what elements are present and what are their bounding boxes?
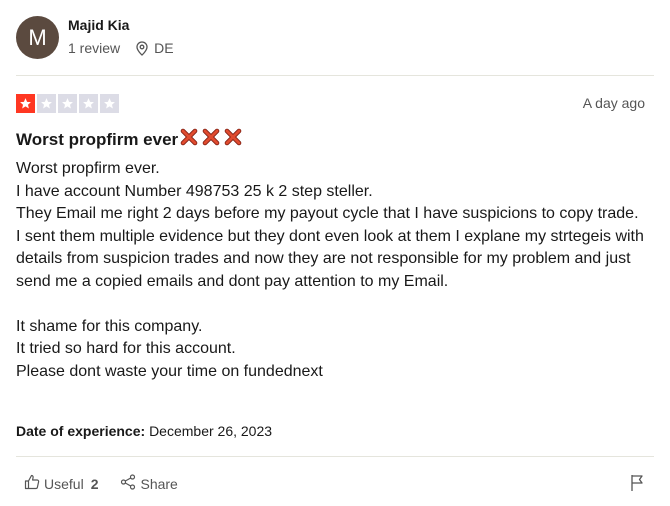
useful-label: Useful xyxy=(44,475,84,492)
title-emoji-group xyxy=(180,128,242,151)
divider xyxy=(16,75,654,76)
review-body-line: It tried so hard for this account. xyxy=(16,340,236,357)
star-icon xyxy=(100,94,119,113)
share-label: Share xyxy=(140,475,178,492)
share-button[interactable]: Share xyxy=(120,474,178,493)
avatar[interactable]: M xyxy=(16,16,59,59)
review-count: 1 review xyxy=(68,40,121,56)
experience-label: Date of experience: xyxy=(16,423,146,439)
cross-mark-icon xyxy=(202,128,220,151)
review-body-line: I sent them multiple evidence but they d… xyxy=(16,227,644,290)
review-title[interactable]: Worst propfirm ever xyxy=(16,128,242,151)
review-body-line xyxy=(16,293,656,316)
review-body-line: Worst propfirm ever. xyxy=(16,160,160,177)
experience-date: December 26, 2023 xyxy=(149,423,273,439)
review-title-text: Worst propfirm ever xyxy=(16,129,179,149)
reviewer-name[interactable]: Majid Kia xyxy=(68,17,129,33)
star-icon xyxy=(58,94,77,113)
star-rating xyxy=(16,94,119,113)
review-body: Worst propfirm ever. I have account Numbe… xyxy=(16,158,656,383)
thumbs-up-icon xyxy=(24,474,40,493)
useful-button[interactable]: Useful 2 xyxy=(24,474,98,493)
review-body-line: Please dont waste your time on fundednex… xyxy=(16,362,323,380)
useful-count: 2 xyxy=(90,475,99,492)
cross-mark-icon xyxy=(180,128,198,151)
cross-mark-icon xyxy=(224,128,242,151)
star-icon xyxy=(79,94,98,113)
reviewer-country: DE xyxy=(154,40,174,56)
review-body-line: They Email me right 2 days before my pay… xyxy=(16,205,639,222)
date-of-experience: Date of experience: December 26, 2023 xyxy=(16,423,272,439)
review-body-line: It shame for this company. xyxy=(16,317,203,335)
reviewer-meta: 1 review DE xyxy=(68,40,174,56)
divider xyxy=(16,456,654,457)
review-date: A day ago xyxy=(582,95,645,111)
location-pin-icon xyxy=(136,40,148,56)
share-icon xyxy=(120,474,136,493)
flag-icon[interactable] xyxy=(630,474,644,497)
star-icon xyxy=(37,94,56,113)
review-actions: Useful 2 Share xyxy=(24,474,200,493)
star-icon xyxy=(16,94,35,113)
avatar-initial: M xyxy=(28,24,47,50)
review-body-line: I have account Number 498753 25 k 2 step… xyxy=(16,182,373,200)
